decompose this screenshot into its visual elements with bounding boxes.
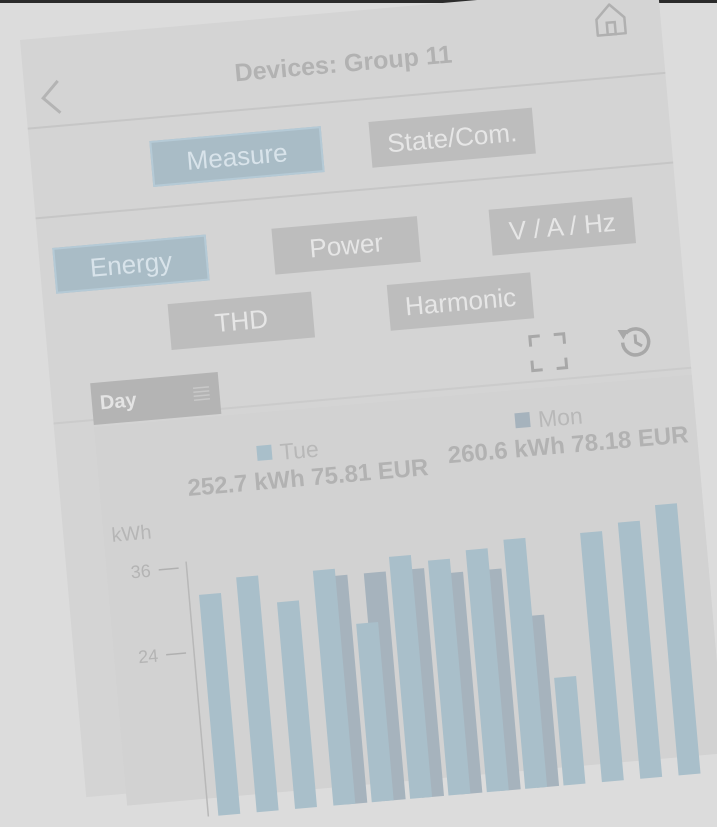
energy-bar-chart: kWh 24 36 [111, 503, 705, 824]
legend-swatch-tue [256, 444, 273, 461]
bar-tue [276, 600, 321, 824]
subtab-energy[interactable]: Energy [52, 234, 210, 294]
period-label: Day [98, 388, 138, 414]
subtab-harmonic[interactable]: Harmonic [386, 272, 535, 331]
page-title: Devices: Group 11 [233, 40, 454, 88]
menu-lines-icon [192, 386, 211, 401]
subtab-v-a-hz[interactable]: V / A / Hz [488, 197, 637, 256]
y-tick-mark [166, 652, 187, 656]
tab-measure[interactable]: Measure [149, 126, 325, 187]
legend-tue-label: Tue [278, 435, 320, 465]
legend-tue: Tue [256, 436, 320, 468]
bar-tue [554, 675, 589, 824]
history-icon[interactable] [613, 320, 656, 363]
y-tick-label: 24 [137, 646, 159, 668]
home-icon[interactable] [589, 0, 632, 40]
legend-swatch-mon [514, 412, 531, 429]
bar-tue [580, 531, 628, 822]
fullscreen-icon[interactable] [528, 332, 569, 373]
bar-tue [236, 575, 283, 824]
y-tick-mark [158, 567, 179, 571]
y-axis-label: kWh [111, 521, 153, 546]
y-tick-label: 36 [130, 561, 152, 583]
app-screen: Devices: Group 11 Measure State/Com. Ene… [20, 0, 717, 824]
subtab-thd[interactable]: THD [167, 291, 316, 350]
header-bar: Devices: Group 11 [20, 0, 665, 128]
legend-mon-label: Mon [536, 402, 584, 433]
tab-state-com[interactable]: State/Com. [368, 107, 536, 168]
bar-tue [617, 520, 666, 819]
bar-tue [654, 503, 705, 816]
subtab-power[interactable]: Power [271, 216, 421, 275]
